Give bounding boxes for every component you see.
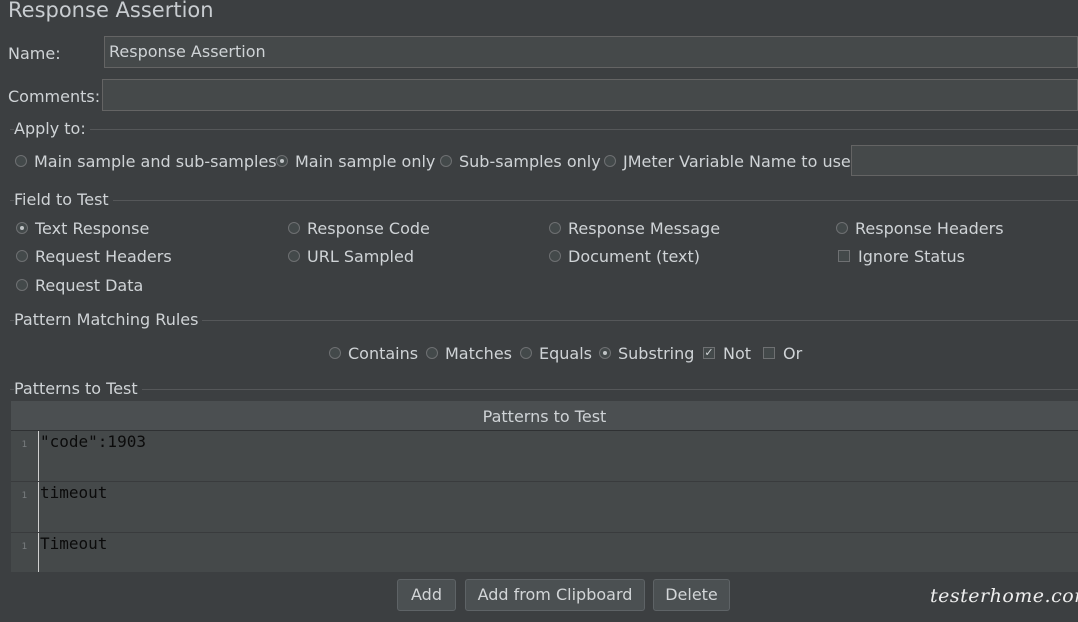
patterns-column-header[interactable]: Patterns to Test — [11, 401, 1078, 431]
option-label: Request Data — [35, 275, 144, 295]
checkbox-icon — [763, 347, 775, 359]
checkmark-icon: ✓ — [703, 346, 715, 359]
name-field[interactable]: Response Assertion — [104, 36, 1078, 68]
option-label: Response Message — [568, 218, 721, 238]
field-text-response-radio[interactable]: Text Response — [16, 218, 149, 238]
field-to-test-separator — [10, 200, 1078, 201]
add-button[interactable]: Add — [397, 579, 456, 611]
option-label: Equals — [539, 343, 592, 363]
rule-substring-radio[interactable]: Substring — [599, 343, 694, 363]
patterns-table: Patterns to Test 1 "code":1903 1 timeout… — [11, 401, 1078, 572]
field-request-data-radio[interactable]: Request Data — [16, 275, 143, 295]
option-label: Main sample and sub-samples — [34, 151, 277, 171]
option-label: Sub-samples only — [459, 151, 601, 171]
radio-icon — [549, 250, 561, 262]
field-response-message-radio[interactable]: Response Message — [549, 218, 720, 238]
patterns-separator — [10, 389, 1078, 390]
line-number: 1 — [21, 440, 28, 450]
apply-to-separator — [10, 129, 1078, 130]
watermark-logo: testerhome.com — [930, 585, 1078, 607]
radio-selected-icon — [276, 155, 288, 167]
radio-icon — [549, 222, 561, 234]
radio-icon — [16, 279, 28, 291]
radio-icon — [16, 250, 28, 262]
radio-icon — [426, 347, 438, 359]
radio-icon — [288, 222, 300, 234]
field-request-headers-radio[interactable]: Request Headers — [16, 246, 172, 266]
apply-sub-only-radio[interactable]: Sub-samples only — [440, 151, 601, 171]
option-label: Response Code — [307, 218, 430, 238]
option-label: URL Sampled — [307, 246, 414, 266]
option-label: Request Headers — [35, 246, 172, 266]
radio-icon — [329, 347, 341, 359]
name-label: Name: — [8, 44, 61, 63]
option-label: JMeter Variable Name to use — [623, 151, 851, 171]
caret-line — [38, 482, 39, 532]
pattern-row[interactable]: 1 Timeout — [11, 533, 1078, 572]
checkbox-icon — [838, 250, 850, 262]
radio-icon — [288, 250, 300, 262]
option-label: Text Response — [35, 218, 150, 238]
pattern-text[interactable]: Timeout — [40, 533, 107, 555]
field-response-code-radio[interactable]: Response Code — [288, 218, 430, 238]
option-label: Response Headers — [855, 218, 1004, 238]
rule-matches-radio[interactable]: Matches — [426, 343, 512, 363]
delete-button[interactable]: Delete — [653, 579, 730, 611]
option-label: Matches — [445, 343, 512, 363]
radio-icon — [836, 222, 848, 234]
rule-equals-radio[interactable]: Equals — [520, 343, 592, 363]
pattern-text[interactable]: timeout — [40, 482, 107, 504]
pattern-text[interactable]: "code":1903 — [40, 431, 146, 453]
ignore-status-checkbox[interactable]: Ignore Status — [838, 246, 965, 266]
option-label: Document (text) — [568, 246, 701, 266]
option-label: Ignore Status — [858, 246, 965, 266]
rule-not-checkbox[interactable]: ✓ Not — [703, 343, 751, 363]
field-to-test-legend: Field to Test — [14, 190, 113, 209]
caret-line — [38, 431, 39, 481]
comments-field[interactable] — [102, 79, 1078, 111]
field-response-headers-radio[interactable]: Response Headers — [836, 218, 1004, 238]
radio-selected-icon — [16, 222, 28, 234]
line-number: 1 — [21, 491, 28, 501]
jmeter-variable-name-input[interactable] — [851, 145, 1078, 176]
field-url-sampled-radio[interactable]: URL Sampled — [288, 246, 414, 266]
rule-contains-radio[interactable]: Contains — [329, 343, 418, 363]
apply-main-only-radio[interactable]: Main sample only — [276, 151, 435, 171]
field-document-text-radio[interactable]: Document (text) — [549, 246, 700, 266]
apply-main-and-sub-radio[interactable]: Main sample and sub-samples — [15, 151, 277, 171]
comments-label: Comments: — [8, 87, 101, 106]
radio-icon — [440, 155, 452, 167]
add-from-clipboard-button[interactable]: Add from Clipboard — [465, 579, 645, 611]
panel-title: Response Assertion — [8, 0, 214, 22]
option-label: Main sample only — [295, 151, 436, 171]
patterns-legend: Patterns to Test — [14, 379, 142, 398]
option-label: Substring — [618, 343, 695, 363]
apply-to-legend: Apply to: — [14, 119, 90, 138]
radio-icon — [604, 155, 616, 167]
radio-icon — [15, 155, 27, 167]
radio-selected-icon — [599, 347, 611, 359]
rule-or-checkbox[interactable]: Or — [763, 343, 802, 363]
line-number: 1 — [21, 542, 28, 552]
pattern-row[interactable]: 1 "code":1903 — [11, 431, 1078, 482]
caret-line — [38, 533, 39, 572]
option-label: Or — [783, 343, 803, 363]
option-label: Not — [723, 343, 752, 363]
pattern-row[interactable]: 1 timeout — [11, 482, 1078, 533]
apply-jmeter-variable-radio[interactable]: JMeter Variable Name to use — [604, 151, 851, 171]
option-label: Contains — [348, 343, 419, 363]
pattern-rules-legend: Pattern Matching Rules — [14, 310, 203, 329]
radio-icon — [520, 347, 532, 359]
